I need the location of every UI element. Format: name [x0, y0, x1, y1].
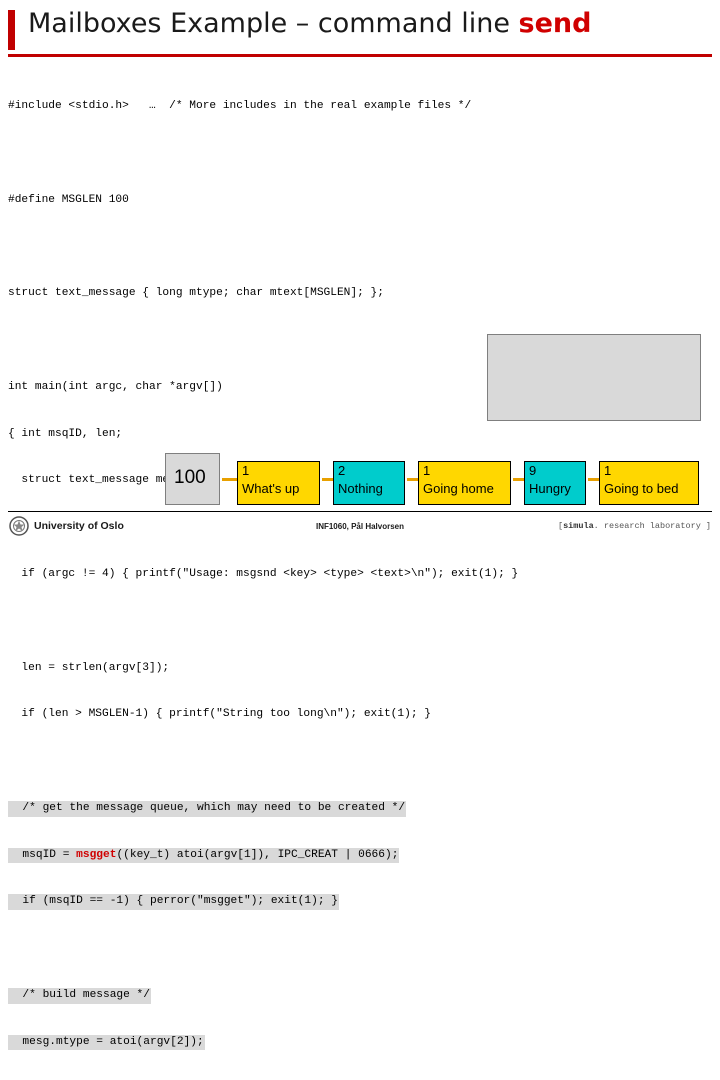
page-title-main: Mailboxes Example – command line — [28, 8, 519, 39]
message-queue-diagram: 100 1 What's up 2 Nothing 1 Going home 9… — [165, 447, 710, 507]
queue-item-text: Nothing — [338, 481, 383, 496]
queue-item: 1 What's up — [237, 461, 320, 505]
code-line: len = strlen(argv[3]); — [8, 661, 170, 674]
queue-item-text: Going home — [423, 481, 494, 496]
queue-item-type: 2 — [338, 463, 346, 478]
code-line: #include <stdio.h> … /* More includes in… — [8, 100, 472, 113]
queue-item-text: What's up — [242, 481, 300, 496]
code-line: { int msqID, len; — [8, 427, 123, 440]
code-line: if (argc != 4) { printf("Usage: msgsnd <… — [8, 568, 519, 580]
code-line-msgget: msqID = msgget((key_t) atoi(argv[1]), IP… — [8, 847, 708, 864]
queue-item-type: 9 — [529, 463, 537, 478]
page-title: Mailboxes Example – command line send — [28, 8, 591, 39]
code-listing: #include <stdio.h> … /* More includes in… — [8, 68, 708, 1080]
queue-item-type: 1 — [423, 463, 431, 478]
queue-item: 2 Nothing — [333, 461, 405, 505]
queue-item: 1 Going home — [418, 461, 511, 505]
queue-head-label: 100 — [174, 467, 206, 488]
code-line-comment: /* get the message queue, which may need… — [8, 800, 708, 817]
footer: University of Oslo INF1060, Pål Halvorse… — [0, 513, 720, 540]
queue-item-text: Going to bed — [604, 481, 679, 496]
footer-divider — [8, 511, 712, 512]
queue-head-box: 100 — [165, 453, 220, 505]
queue-item-type: 1 — [242, 463, 250, 478]
code-line: #define MSGLEN 100 — [8, 193, 129, 206]
title-accent-bar — [8, 10, 15, 50]
slide-title-bar: Mailboxes Example – command line send — [0, 8, 720, 57]
code-line: if (msqID == -1) { perror("msgget"); exi… — [8, 894, 708, 911]
title-underline — [8, 54, 712, 57]
code-line: if (len > MSGLEN-1) { printf("String too… — [8, 708, 431, 721]
queue-item: 9 Hungry — [524, 461, 586, 505]
msgget-call: msgget — [76, 848, 117, 861]
footer-lab: [simula. research laboratory ] — [557, 521, 711, 531]
code-line: struct text_message { long mtype; char m… — [8, 287, 384, 300]
queue-item-type: 1 — [604, 463, 612, 478]
page-title-accent: send — [518, 8, 592, 39]
code-line-comment: /* build message */ — [8, 988, 708, 1004]
queue-item: 1 Going to bed — [599, 461, 699, 505]
empty-grey-panel — [487, 334, 701, 421]
queue-item-text: Hungry — [529, 481, 571, 496]
code-line: mesg.mtype = atoi(argv[2]); — [8, 1034, 708, 1051]
